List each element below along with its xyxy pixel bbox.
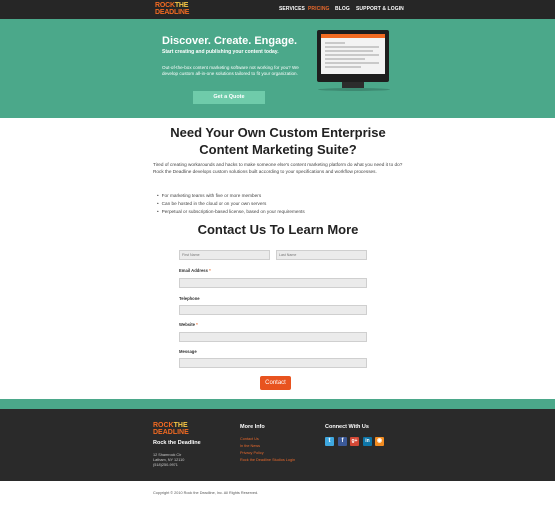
footer-link-in-the-news[interactable]: In the News	[240, 444, 260, 448]
google-plus-icon[interactable]: g+	[350, 437, 359, 446]
screen-line	[325, 66, 361, 68]
monitor-illustration	[317, 30, 389, 82]
hero-body-text: Out-of-the-box content marketing softwar…	[162, 65, 299, 76]
rss-icon[interactable]: ◉	[375, 437, 384, 446]
linkedin-icon[interactable]: in	[363, 437, 372, 446]
last-name-field[interactable]: Last Name	[276, 250, 367, 260]
email-label: Email Address *	[179, 268, 211, 273]
monitor-screen	[321, 34, 385, 74]
feature-list: For marketing teams with five or more me…	[157, 192, 305, 216]
screen-line	[325, 58, 365, 60]
nav-pricing[interactable]: PRICING	[308, 6, 330, 12]
copyright-text: Copyright © 2010 Rock the Deadline, Inc.…	[153, 491, 259, 495]
hero-title: Discover. Create. Engage.	[162, 35, 298, 47]
twitter-icon[interactable]: t	[325, 437, 334, 446]
intro-paragraph: Tired of creating workarounds and hacks …	[153, 162, 403, 174]
hero-subtitle: Start creating and publishing your conte…	[162, 49, 279, 55]
telephone-field[interactable]	[179, 305, 367, 315]
list-item: Can be hosted in the cloud or on your ow…	[157, 200, 305, 208]
email-field[interactable]	[179, 278, 367, 288]
screen-line	[325, 62, 379, 64]
screen-line	[325, 46, 379, 48]
screen-header-bar	[321, 34, 385, 38]
nav-blog[interactable]: BLOG	[335, 6, 350, 12]
facebook-icon[interactable]: f	[338, 437, 347, 446]
footer-link-contact-us[interactable]: Contact Us	[240, 437, 259, 441]
monitor-shadow	[318, 88, 390, 91]
nav-services[interactable]: SERVICES	[279, 6, 305, 12]
telephone-label: Telephone	[179, 296, 200, 301]
connect-heading: Connect With Us	[325, 424, 369, 430]
footer-accent-band	[0, 399, 555, 409]
list-item: Perpetual or subscription-based license,…	[157, 208, 305, 216]
website-field[interactable]	[179, 332, 367, 342]
footer-link-studios-login[interactable]: Rock the Deadline Studios Login	[240, 458, 295, 462]
message-field[interactable]	[179, 358, 367, 368]
screen-line	[325, 42, 345, 44]
footer-link-privacy-policy[interactable]: Privacy Policy	[240, 451, 264, 455]
get-a-quote-button[interactable]: Get a Quote	[193, 91, 265, 104]
brand-logo[interactable]: ROCKTHE DEADLINE	[155, 2, 189, 16]
message-label: Message	[179, 349, 197, 354]
footer-address: 12 Shamrock Cir Latham, NY 12110 (518)25…	[153, 453, 185, 467]
website-label: Website *	[179, 322, 198, 327]
footer-company-name: Rock the Deadline	[153, 440, 201, 446]
top-nav-bar	[0, 0, 555, 19]
footer-logo[interactable]: ROCKTHE DEADLINE	[153, 422, 189, 436]
more-info-heading: More Info	[240, 424, 265, 430]
list-item: For marketing teams with five or more me…	[157, 192, 305, 200]
nav-support-login[interactable]: SUPPORT & LOGIN	[356, 6, 404, 12]
footer	[0, 409, 555, 481]
first-name-field[interactable]: First Name	[179, 250, 270, 260]
contact-submit-button[interactable]: Contact	[260, 376, 291, 390]
screen-line	[325, 50, 373, 52]
contact-section-title: Contact Us To Learn More	[197, 222, 359, 237]
page-title: Need Your Own Custom Enterprise Content …	[170, 125, 386, 157]
screen-line	[325, 54, 379, 56]
